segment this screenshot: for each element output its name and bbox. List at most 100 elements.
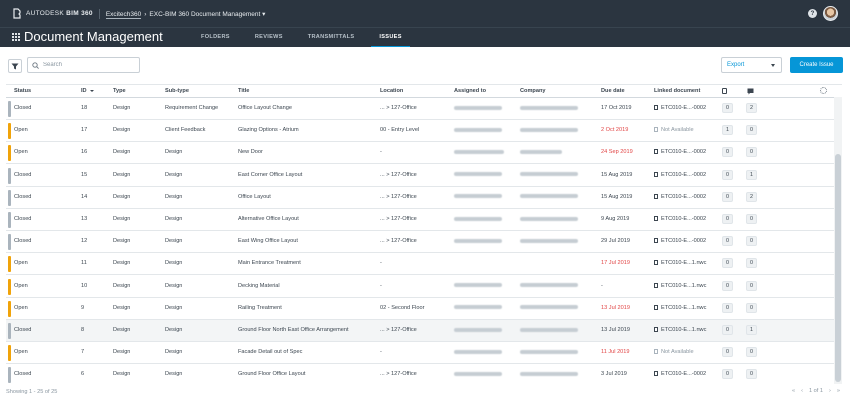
subtype-cell: Design: [165, 260, 183, 267]
due-date-cell: 9 Aug 2019: [601, 216, 630, 222]
column-header-location[interactable]: Location: [380, 88, 403, 94]
module-switcher-grid-icon[interactable]: [12, 33, 20, 41]
title-cell[interactable]: Alternative Office Layout: [238, 216, 299, 222]
linked-document-cell[interactable]: ETC010-E...-0002: [654, 149, 706, 155]
attachment-count: 0: [722, 236, 733, 247]
title-cell[interactable]: Glazing Options - Atrium: [238, 127, 299, 133]
chevron-down-icon[interactable]: ▾: [262, 11, 265, 18]
assigned-to-redacted: [454, 105, 502, 111]
linked-document-cell[interactable]: ETC010-E...-0002: [654, 371, 706, 377]
table-row[interactable]: Closed 15 Design Design East Corner Office L…: [6, 164, 834, 187]
linked-document-cell[interactable]: ETC010-E...1.nwc: [654, 260, 706, 266]
linked-document-cell[interactable]: ETC010-E...-0002: [654, 105, 706, 111]
due-date-cell: 15 Aug 2019: [601, 193, 633, 200]
attachment-count: 0: [722, 347, 733, 358]
title-cell[interactable]: East Corner Office Layout: [238, 172, 302, 178]
status-indicator: [8, 167, 11, 184]
last-page-icon[interactable]: »: [837, 388, 840, 394]
table-row[interactable]: Open 11 Design Design Main Entrance Treatmen…: [6, 253, 834, 276]
location-cell: ... > 127-Office: [380, 193, 417, 200]
avatar[interactable]: [823, 6, 838, 21]
table-row[interactable]: Closed 18 Design Requirement Change Office L…: [6, 98, 834, 120]
document-icon: [654, 216, 658, 222]
help-icon[interactable]: ?: [808, 9, 817, 18]
table-row[interactable]: Closed 8 Design Design Ground Floor North Ea…: [6, 320, 834, 342]
table-row[interactable]: Closed 14 Design Design Office Layout ... > 1…: [6, 186, 834, 209]
project-breadcrumb[interactable]: Excitech360 › EXC-BIM 360 Document Managem…: [105, 10, 265, 19]
type-cell: Design: [113, 304, 131, 311]
table-row[interactable]: Open 10 Design Design Decking Material - - ETC0…: [6, 275, 834, 298]
table-row[interactable]: Open 9 Design Design Railing Treatment 02 - S…: [6, 297, 834, 320]
hub-name[interactable]: Excitech360: [105, 10, 142, 19]
title-cell[interactable]: Main Entrance Treatment: [238, 260, 301, 266]
column-header-assigned[interactable]: Assigned to: [454, 88, 486, 94]
title-cell[interactable]: Ground Floor Office Layout: [238, 371, 305, 377]
status-indicator: [8, 278, 11, 295]
due-date-cell: 11 Jul 2019: [601, 349, 630, 356]
linked-document-cell[interactable]: ETC010-E...-0002: [654, 172, 706, 178]
next-page-icon[interactable]: ›: [829, 388, 831, 394]
linked-document-cell[interactable]: ETC010-E...1.nwc: [654, 305, 706, 311]
title-cell[interactable]: Decking Material: [238, 283, 280, 289]
tab-issues[interactable]: ISSUES: [371, 28, 410, 48]
create-issue-button[interactable]: Create Issue: [790, 57, 843, 73]
location-cell: -: [380, 282, 382, 289]
chevron-down-icon: [771, 64, 775, 67]
linked-document-name: ETC010-E...-0002: [661, 105, 707, 111]
table-row[interactable]: Closed 12 Design Design East Wing Office Lay…: [6, 231, 834, 254]
column-header-due-date[interactable]: Due date: [601, 88, 625, 94]
search-input[interactable]: [43, 62, 133, 68]
status-indicator: [8, 323, 11, 339]
title-cell[interactable]: New Door: [238, 149, 263, 155]
due-date-cell: 29 Jul 2019: [601, 238, 630, 245]
linked-document-cell[interactable]: ETC010-E...1.nwc: [654, 283, 706, 289]
title-cell[interactable]: Railing Treatment: [238, 305, 282, 311]
project-name[interactable]: EXC-BIM 360 Document Management: [149, 11, 260, 18]
table-row[interactable]: Closed 13 Design Design Alternative Office L…: [6, 209, 834, 231]
column-header-status[interactable]: Status: [14, 88, 31, 94]
column-header-title[interactable]: Title: [238, 88, 249, 94]
linked-document-cell[interactable]: ETC010-E...-0002: [654, 194, 706, 200]
linked-document-cell[interactable]: ETC010-E...1.nwc: [654, 327, 706, 333]
location-cell: -: [380, 349, 382, 356]
prev-page-icon[interactable]: ‹: [801, 388, 803, 394]
comment-icon: [747, 88, 754, 95]
title-cell[interactable]: Office Layout: [238, 194, 271, 200]
status-cell: Closed: [14, 327, 32, 333]
settings-gear-icon[interactable]: [820, 87, 827, 94]
comment-count: 0: [746, 302, 757, 313]
column-header-subtype[interactable]: Sub-type: [165, 88, 189, 94]
export-dropdown[interactable]: Export: [721, 57, 782, 73]
table-row[interactable]: Open 17 Design Client Feedback Glazing Optio…: [6, 120, 834, 143]
type-cell: Design: [113, 105, 131, 111]
column-header-linked-document[interactable]: Linked document: [654, 88, 700, 94]
title-cell[interactable]: Office Layout Change: [238, 105, 292, 111]
tab-folders[interactable]: FOLDERS: [193, 28, 238, 48]
attachment-count: 0: [722, 302, 733, 313]
title-cell[interactable]: Facade Detail out of Spec: [238, 349, 302, 355]
column-header-type[interactable]: Type: [113, 88, 126, 94]
column-header-company[interactable]: Company: [520, 88, 546, 94]
table-row[interactable]: Open 7 Design Design Facade Detail out of Sp…: [6, 342, 834, 365]
tab-transmittals[interactable]: TRANSMITTALS: [300, 28, 363, 48]
first-page-icon[interactable]: «: [792, 388, 795, 394]
table-row[interactable]: Closed 6 Design Design Ground Floor Office L…: [6, 364, 834, 384]
due-date-cell: -: [601, 282, 603, 289]
column-header-id[interactable]: ID: [81, 88, 94, 94]
id-cell: 10: [81, 282, 88, 289]
linked-document-cell[interactable]: ETC010-E...-0002: [654, 216, 706, 222]
title-cell[interactable]: Ground Floor North East Office Arrangeme…: [238, 327, 349, 333]
attachment-count: 0: [722, 369, 733, 380]
sort-desc-icon: [89, 90, 94, 92]
search-box[interactable]: [27, 57, 140, 73]
linked-document-cell[interactable]: ETC010-E...-0002: [654, 238, 706, 244]
scrollbar-thumb[interactable]: [835, 154, 841, 382]
filter-button[interactable]: [8, 59, 22, 73]
vertical-scrollbar[interactable]: [834, 97, 842, 384]
status-cell: Open: [14, 304, 28, 311]
tab-reviews[interactable]: REVIEWS: [247, 28, 291, 48]
attachment-count: 1: [722, 125, 733, 136]
title-cell[interactable]: East Wing Office Layout: [238, 238, 298, 244]
table-row[interactable]: Open 16 Design Design New Door - 24 Sep 2019 ET…: [6, 142, 834, 165]
comment-count: 0: [746, 369, 757, 380]
